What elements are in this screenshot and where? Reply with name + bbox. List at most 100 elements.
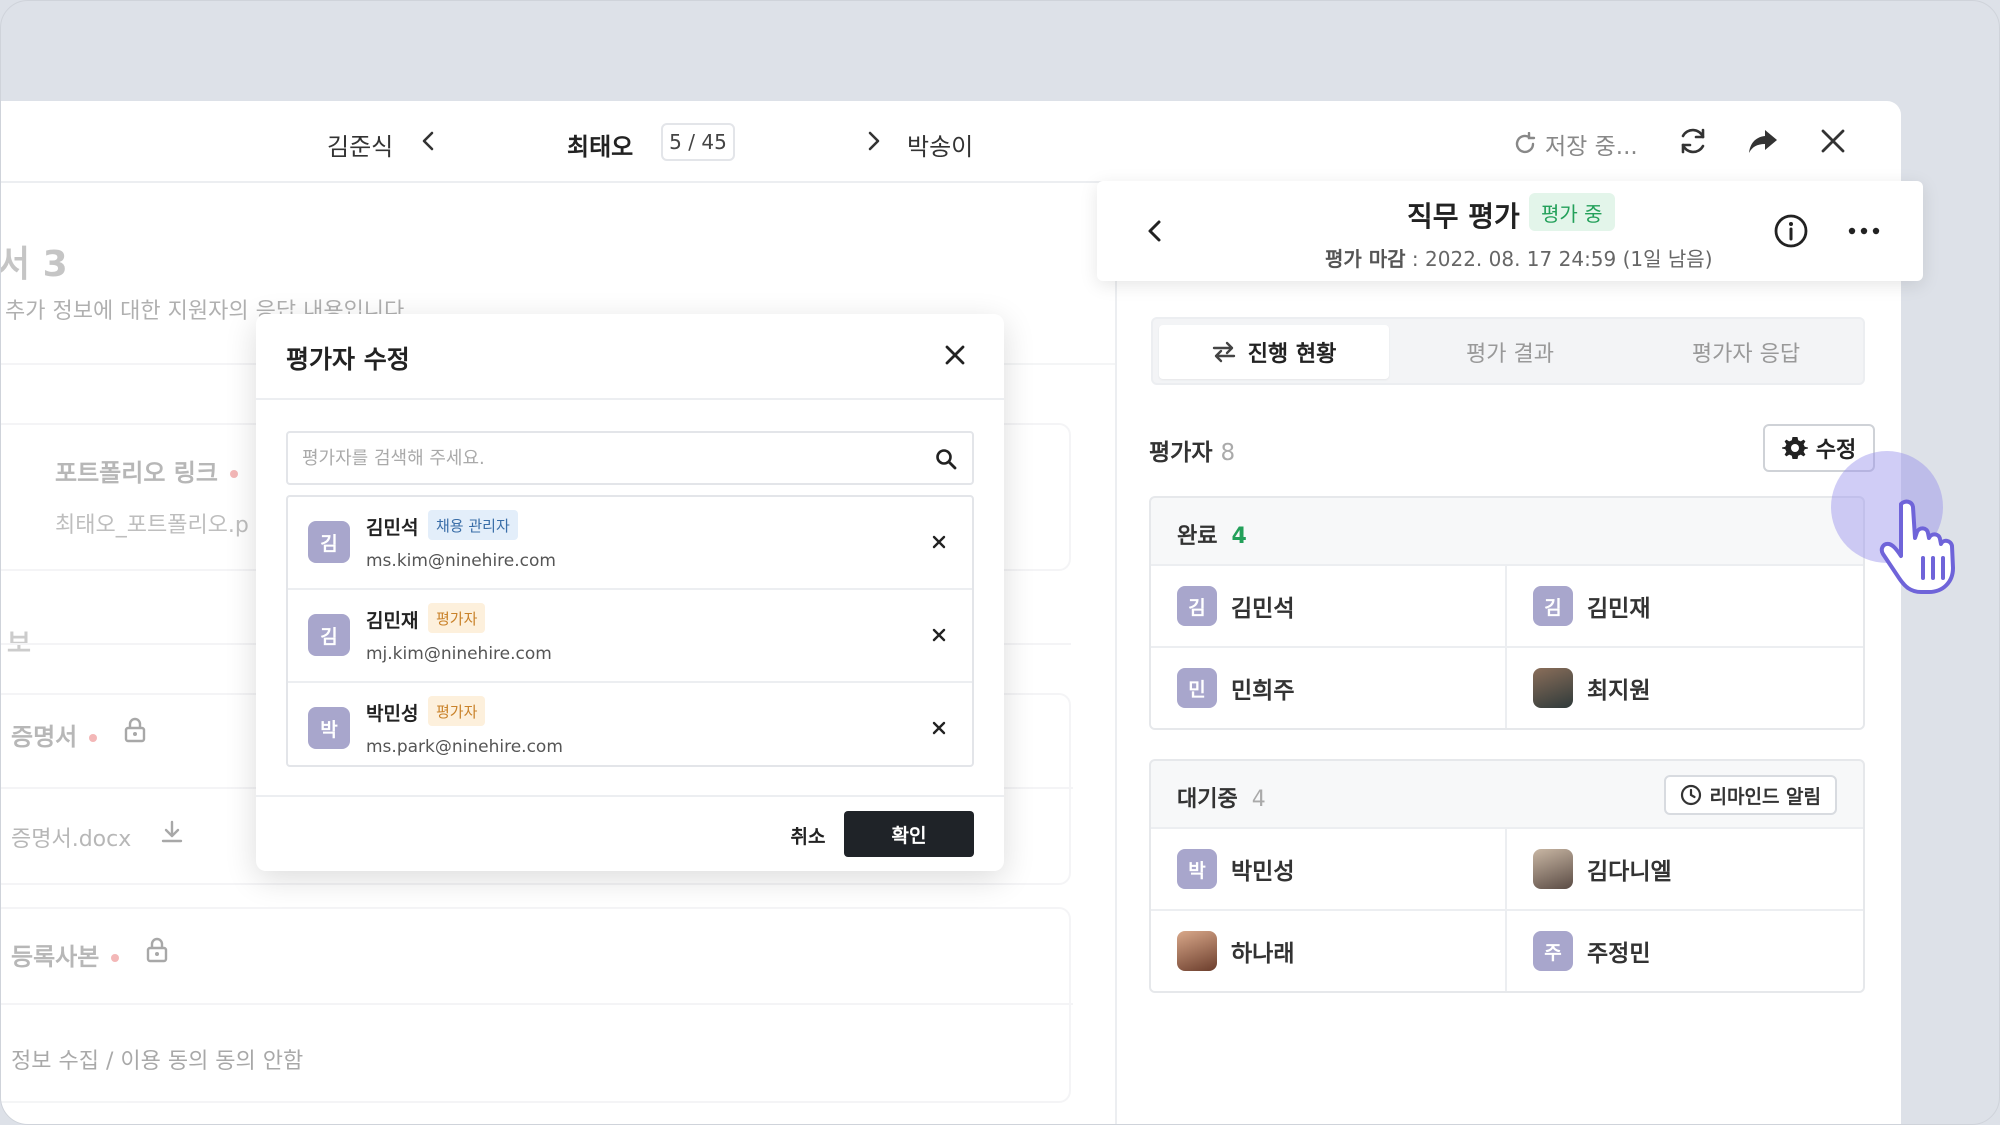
tab-progress[interactable]: 진행 현황 bbox=[1159, 325, 1389, 379]
waiting-group: 대기중 4 리마인드 알림 박 박민성 김다니엘 하나래 주 주정민 bbox=[1149, 759, 1865, 993]
applicant-nav-bar: 김준식 최태오 5 / 45 박송이 저장 중... bbox=[1, 101, 1901, 183]
evaluator-item[interactable]: 주 주정민 bbox=[1507, 909, 1863, 991]
tab-label: 평가자 응답 bbox=[1691, 342, 1801, 367]
remind-label: 리마인드 알림 bbox=[1709, 785, 1822, 808]
hand-pointer-icon bbox=[1879, 499, 1955, 594]
avatar: 민 bbox=[1177, 668, 1217, 708]
evaluator-item[interactable]: 김 김민재 bbox=[1507, 564, 1863, 646]
group-label: 완료 4 bbox=[1177, 524, 1247, 549]
role-badge: 채용 관리자 bbox=[428, 510, 518, 540]
download-icon[interactable] bbox=[159, 819, 185, 845]
list-item: 박 박민성 평가자 ms.park@ninehire.com bbox=[288, 683, 972, 765]
remind-button[interactable]: 리마인드 알림 bbox=[1663, 775, 1837, 815]
evaluator-item[interactable]: 김 김민석 bbox=[1151, 564, 1507, 646]
swap-arrows-icon bbox=[1212, 341, 1235, 363]
current-applicant-name: 최태오 bbox=[567, 133, 634, 161]
avatar: 박 bbox=[308, 707, 350, 749]
remove-icon[interactable] bbox=[928, 717, 950, 739]
close-icon[interactable] bbox=[940, 340, 970, 370]
privacy-consent: 정보 수집 / 이용 동의 동의 안함 bbox=[11, 1049, 304, 1074]
evaluator-email: ms.kim@ninehire.com bbox=[366, 551, 556, 571]
evaluator-search bbox=[286, 431, 974, 485]
divider bbox=[256, 398, 1004, 400]
evaluator-name: 민희주 bbox=[1231, 678, 1295, 704]
evaluators-count: 8 bbox=[1220, 440, 1236, 466]
close-icon[interactable] bbox=[1815, 123, 1851, 159]
search-input[interactable] bbox=[302, 443, 902, 473]
completed-group: 완료 4 김 김민석 김 김민재 민 민희주 최지원 bbox=[1149, 496, 1865, 730]
portfolio-label: 포트폴리오 링크 bbox=[55, 453, 238, 488]
portfolio-link[interactable]: 최태오_포트폴리오.p bbox=[55, 507, 249, 539]
avatar-photo bbox=[1177, 931, 1217, 971]
certificate-file[interactable]: 증명서.docx bbox=[11, 821, 131, 853]
info-heading: 보 bbox=[7, 629, 31, 659]
registration-card: 등록사본 정보 수집 / 이용 동의 동의 안함 bbox=[1, 907, 1073, 1103]
search-icon[interactable] bbox=[934, 447, 958, 471]
chevron-left-icon[interactable] bbox=[417, 129, 441, 153]
evaluator-name: 하나래 bbox=[1231, 941, 1295, 967]
share-icon[interactable] bbox=[1745, 123, 1781, 159]
group-header: 대기중 4 리마인드 알림 bbox=[1151, 761, 1863, 827]
cancel-button[interactable]: 취소 bbox=[768, 812, 848, 858]
tab-responses[interactable]: 평가자 응답 bbox=[1631, 325, 1861, 379]
evaluator-item[interactable]: 박 박민성 bbox=[1151, 827, 1507, 909]
more-icon[interactable] bbox=[1847, 221, 1881, 241]
tab-label: 진행 현황 bbox=[1247, 342, 1337, 367]
required-dot bbox=[89, 734, 98, 742]
evaluator-name: 박민성 bbox=[1231, 859, 1295, 885]
evaluator-email: mj.kim@ninehire.com bbox=[366, 644, 552, 664]
avatar: 김 bbox=[308, 614, 350, 656]
info-icon[interactable] bbox=[1773, 213, 1809, 249]
avatar: 주 bbox=[1533, 931, 1573, 971]
confirm-button[interactable]: 확인 bbox=[844, 811, 974, 857]
lock-icon bbox=[124, 717, 146, 743]
remove-icon[interactable] bbox=[928, 624, 950, 646]
evaluation-title: 직무 평가 bbox=[1407, 200, 1520, 233]
evaluator-name: 김다니엘 bbox=[1587, 859, 1672, 885]
tab-results[interactable]: 평가 결과 bbox=[1395, 325, 1625, 379]
evaluator-name: 김민석 bbox=[1231, 596, 1295, 622]
gear-icon bbox=[1781, 437, 1808, 459]
avatar-photo bbox=[1533, 668, 1573, 708]
saving-text: 저장 중... bbox=[1545, 134, 1638, 160]
panel-tabs: 진행 현황 평가 결과 평가자 응답 bbox=[1151, 317, 1865, 385]
tab-label: 평가 결과 bbox=[1466, 342, 1554, 367]
list-item: 김 김민재 평가자 mj.kim@ninehire.com bbox=[288, 590, 972, 683]
clock-icon bbox=[1680, 784, 1701, 806]
certificate-label: 증명서 bbox=[11, 717, 98, 752]
evaluator-name: 박민성 bbox=[366, 703, 419, 725]
evaluator-item[interactable]: 민 민희주 bbox=[1151, 646, 1507, 728]
evaluator-item[interactable]: 최지원 bbox=[1507, 646, 1863, 728]
spinner-icon bbox=[1515, 132, 1536, 154]
prev-applicant-link[interactable]: 김준식 bbox=[327, 127, 393, 162]
evaluator-item[interactable]: 김다니엘 bbox=[1507, 827, 1863, 909]
divider bbox=[1, 1003, 1073, 1005]
completed-grid: 김 김민석 김 김민재 민 민희주 최지원 bbox=[1151, 564, 1863, 728]
back-chevron-icon[interactable] bbox=[1141, 217, 1169, 245]
list-item: 김 김민석 채용 관리자 ms.kim@ninehire.com bbox=[288, 497, 972, 590]
divider bbox=[256, 795, 1004, 797]
applicant-counter: 5 / 45 bbox=[661, 123, 735, 161]
lock-icon bbox=[146, 937, 168, 963]
refresh-icon[interactable] bbox=[1675, 123, 1711, 159]
required-dot bbox=[111, 954, 120, 962]
section-heading: 서 3 bbox=[0, 244, 68, 285]
avatar: 김 bbox=[1533, 586, 1573, 626]
required-dot bbox=[229, 470, 238, 478]
group-header: 완료 4 bbox=[1151, 498, 1863, 564]
status-badge: 평가 중 bbox=[1529, 193, 1615, 231]
deadline-text: 평가 마감 : 2022. 08. 17 24:59 (1일 남음) bbox=[1325, 247, 1713, 271]
remove-icon[interactable] bbox=[928, 531, 950, 553]
role-badge: 평가자 bbox=[428, 603, 486, 633]
evaluator-list: 김 김민석 채용 관리자 ms.kim@ninehire.com 김 김민재 평… bbox=[286, 495, 974, 767]
chevron-right-icon[interactable] bbox=[861, 129, 885, 153]
evaluator-name: 김민석 bbox=[366, 517, 419, 539]
evaluator-email: ms.park@ninehire.com bbox=[366, 737, 563, 757]
next-applicant-link[interactable]: 박송이 bbox=[907, 127, 973, 162]
evaluator-name: 김민재 bbox=[1587, 596, 1651, 622]
registration-label: 등록사본 bbox=[11, 937, 120, 972]
modal-title: 평가자 수정 bbox=[286, 345, 410, 374]
avatar: 김 bbox=[1177, 586, 1217, 626]
edit-evaluators-modal: 평가자 수정 김 김민석 채용 관리자 ms.kim@ninehire.com … bbox=[256, 314, 1004, 871]
evaluator-item[interactable]: 하나래 bbox=[1151, 909, 1507, 991]
